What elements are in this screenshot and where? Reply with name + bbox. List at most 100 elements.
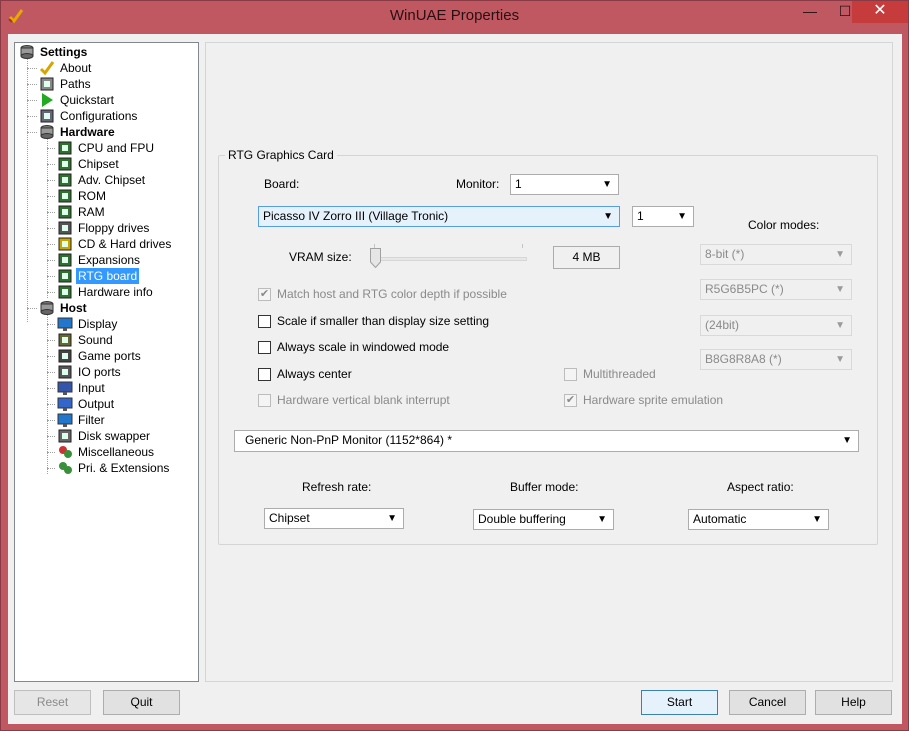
vram-slider-track[interactable] <box>370 257 527 261</box>
winuae-window: WinUAE Properties — ☐ ✕ Settings About Pat… <box>0 0 909 731</box>
tree-connector-line <box>27 58 28 322</box>
hardware-sprite-label: Hardware sprite emulation <box>583 393 724 407</box>
filter-icon <box>57 413 73 427</box>
color-mode-32bit-select[interactable]: B8G8R8A8 (*) ▼ <box>700 349 852 370</box>
refresh-rate-label: Refresh rate: <box>302 480 372 494</box>
tree-item-label: Sound <box>78 333 113 347</box>
slider-tick <box>522 244 523 248</box>
tree-connector-line <box>47 148 55 149</box>
vram-slider-thumb[interactable] <box>370 248 381 268</box>
title-bar[interactable]: WinUAE Properties — ☐ ✕ <box>1 1 908 33</box>
aspect-ratio-value: Automatic <box>693 512 747 526</box>
color-mode-24bit-select[interactable]: (24bit) ▼ <box>700 315 852 336</box>
tree-item-label: Quickstart <box>60 93 115 107</box>
match-color-depth-label: Match host and RTG color depth if possib… <box>277 287 507 301</box>
tree-connector-line <box>47 452 55 453</box>
rtg-board-icon <box>58 269 72 283</box>
chevron-down-icon: ▼ <box>597 514 607 525</box>
tree-connector-line <box>47 164 55 165</box>
tree-connector-line <box>47 468 55 469</box>
color-mode-24bit-value: (24bit) <box>705 318 740 332</box>
scale-if-smaller-label: Scale if smaller than display size setti… <box>277 314 490 328</box>
tree-connector-line <box>47 138 48 298</box>
tree-connector-line <box>47 356 55 357</box>
tree-connector-line <box>47 196 55 197</box>
io-port-icon <box>58 365 72 379</box>
tree-item-label: Hardware info <box>78 285 153 299</box>
hard-drive-icon <box>58 237 72 251</box>
disk-swapper-icon <box>58 429 72 443</box>
monitor-type-select[interactable]: Generic Non-PnP Monitor (1152*864) * ▼ <box>234 430 859 452</box>
tree-item-label: Paths <box>60 77 91 91</box>
window-title: WinUAE Properties <box>389 7 520 24</box>
group-title: RTG Graphics Card <box>225 148 337 162</box>
chip-icon <box>58 173 72 187</box>
board-label: Board: <box>264 177 300 191</box>
board-index-value: 1 <box>637 209 644 223</box>
tree-item-label: Display <box>78 317 118 331</box>
tree-connector-line <box>47 314 48 474</box>
buffer-mode-select[interactable]: Double buffering ▼ <box>473 509 614 530</box>
aspect-ratio-label: Aspect ratio: <box>727 480 794 494</box>
rtg-graphics-card-group: RTG Graphics Card Board: Monitor: 1 ▼ Pi… <box>218 148 878 545</box>
tree-item-label: Host <box>60 301 87 315</box>
chevron-down-icon: ▼ <box>842 435 852 446</box>
close-button[interactable]: ✕ <box>852 1 908 23</box>
configurations-icon <box>40 109 54 123</box>
extensions-icon <box>59 462 72 474</box>
reset-button[interactable]: Reset <box>14 690 91 715</box>
monitor-type-value: Generic Non-PnP Monitor (1152*864) * <box>245 433 452 447</box>
cancel-button[interactable]: Cancel <box>729 690 806 715</box>
hardware-vblank-label: Hardware vertical blank interrupt <box>277 393 450 407</box>
board-select[interactable]: Picasso IV Zorro III (Village Tronic) ▼ <box>258 206 620 227</box>
chevron-down-icon: ▼ <box>835 249 845 260</box>
tree-connector-line <box>27 132 37 133</box>
checkbox-checked-icon: ✔ <box>258 288 271 301</box>
chevron-down-icon: ▼ <box>835 354 845 365</box>
multithreaded-label: Multithreaded <box>583 367 656 381</box>
tree-connector-line <box>47 260 55 261</box>
tree-connector-line <box>47 388 55 389</box>
tree-item-label: Floppy drives <box>78 221 150 235</box>
output-icon <box>57 397 73 411</box>
tree-item-label: Miscellaneous <box>78 445 155 459</box>
color-mode-16bit-select[interactable]: R5G6B5PC (*) ▼ <box>700 279 852 300</box>
tree-connector-line <box>47 276 55 277</box>
board-index-select[interactable]: 1 ▼ <box>632 206 694 227</box>
tree-item-label: CPU and FPU <box>78 141 155 155</box>
color-mode-8bit-value: 8-bit (*) <box>705 247 745 261</box>
tree-item-label: Filter <box>78 413 105 427</box>
tree-item-label: Settings <box>40 45 88 59</box>
settings-tree[interactable]: Settings About Paths Quickstart Configuratio… <box>14 42 199 682</box>
color-mode-8bit-select[interactable]: 8-bit (*) ▼ <box>700 244 852 265</box>
quit-button[interactable]: Quit <box>103 690 180 715</box>
hardware-icon <box>40 125 54 139</box>
aspect-ratio-select[interactable]: Automatic ▼ <box>688 509 829 530</box>
checkbox-unchecked-icon <box>258 394 271 407</box>
start-button[interactable]: Start <box>641 690 718 715</box>
tree-item-label: RAM <box>78 205 105 219</box>
refresh-rate-select[interactable]: Chipset ▼ <box>264 508 404 529</box>
joystick-icon <box>58 349 72 363</box>
tree-connector-line <box>47 228 55 229</box>
vram-size-field[interactable]: 4 MB <box>553 246 620 269</box>
chevron-down-icon: ▼ <box>602 179 612 190</box>
help-button[interactable]: Help <box>815 690 892 715</box>
checkbox-unchecked-icon <box>258 341 271 354</box>
chevron-down-icon: ▼ <box>387 513 397 524</box>
tree-item-label: ROM <box>78 189 106 203</box>
tree-connector-line <box>27 68 37 69</box>
minimize-button[interactable]: — <box>796 1 824 23</box>
monitor-select[interactable]: 1 ▼ <box>510 174 619 195</box>
tree-connector-line <box>47 372 55 373</box>
chevron-down-icon: ▼ <box>677 211 687 222</box>
tree-item-label: RTG board <box>76 268 140 284</box>
miscellaneous-icon <box>59 446 72 458</box>
color-mode-32bit-value: B8G8R8A8 (*) <box>705 352 782 366</box>
host-icon <box>40 301 54 315</box>
sound-icon <box>58 333 72 347</box>
always-center-label: Always center <box>277 367 352 381</box>
tree-item-label: Game ports <box>78 349 141 363</box>
checkmark-icon <box>39 61 55 76</box>
checkbox-checked-icon: ✔ <box>564 394 577 407</box>
